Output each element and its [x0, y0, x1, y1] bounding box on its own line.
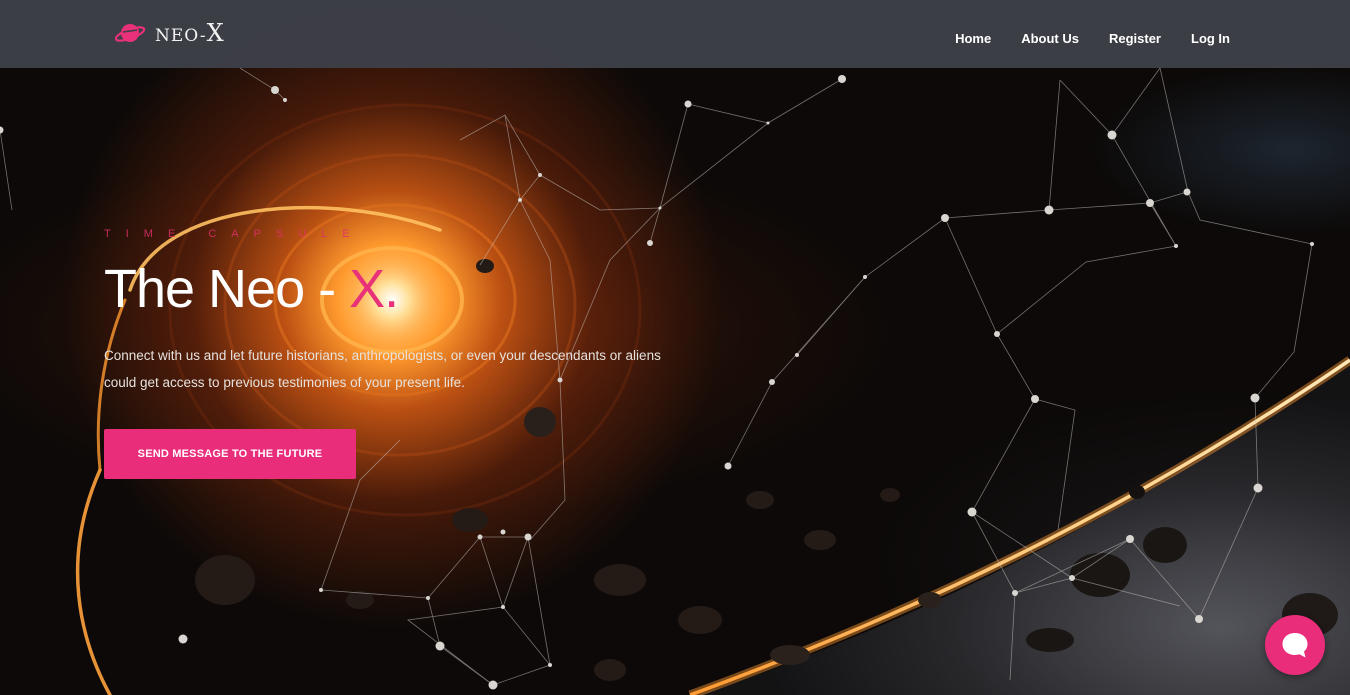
- nav-log-in[interactable]: Log In: [1191, 31, 1230, 46]
- chat-widget-button[interactable]: [1265, 615, 1325, 675]
- send-message-button[interactable]: Send message to the future: [104, 429, 356, 479]
- hero-title: The Neo - X.: [104, 260, 684, 318]
- hero-eyebrow: Time Capsule: [104, 228, 365, 240]
- hero-content: Time Capsule The Neo - X. Connect with u…: [104, 228, 684, 479]
- brand-name: NEO-X: [155, 19, 224, 47]
- hero-description: Connect with us and let future historian…: [104, 348, 661, 390]
- planet: [700, 360, 1350, 695]
- nav-home[interactable]: Home: [955, 31, 991, 46]
- top-navbar: NEO-X Home About Us Register Log In: [0, 0, 1350, 68]
- hero-title-accent: X.: [349, 259, 399, 319]
- main-nav: Home About Us Register Log In: [925, 31, 1230, 46]
- brand-logo[interactable]: NEO-X: [115, 18, 224, 48]
- planet-logo-icon: [115, 24, 146, 42]
- nav-register[interactable]: Register: [1109, 31, 1161, 46]
- chat-bubble-icon: [1282, 633, 1308, 658]
- hero-title-main: The Neo -: [104, 259, 350, 319]
- nav-about-us[interactable]: About Us: [1021, 31, 1079, 46]
